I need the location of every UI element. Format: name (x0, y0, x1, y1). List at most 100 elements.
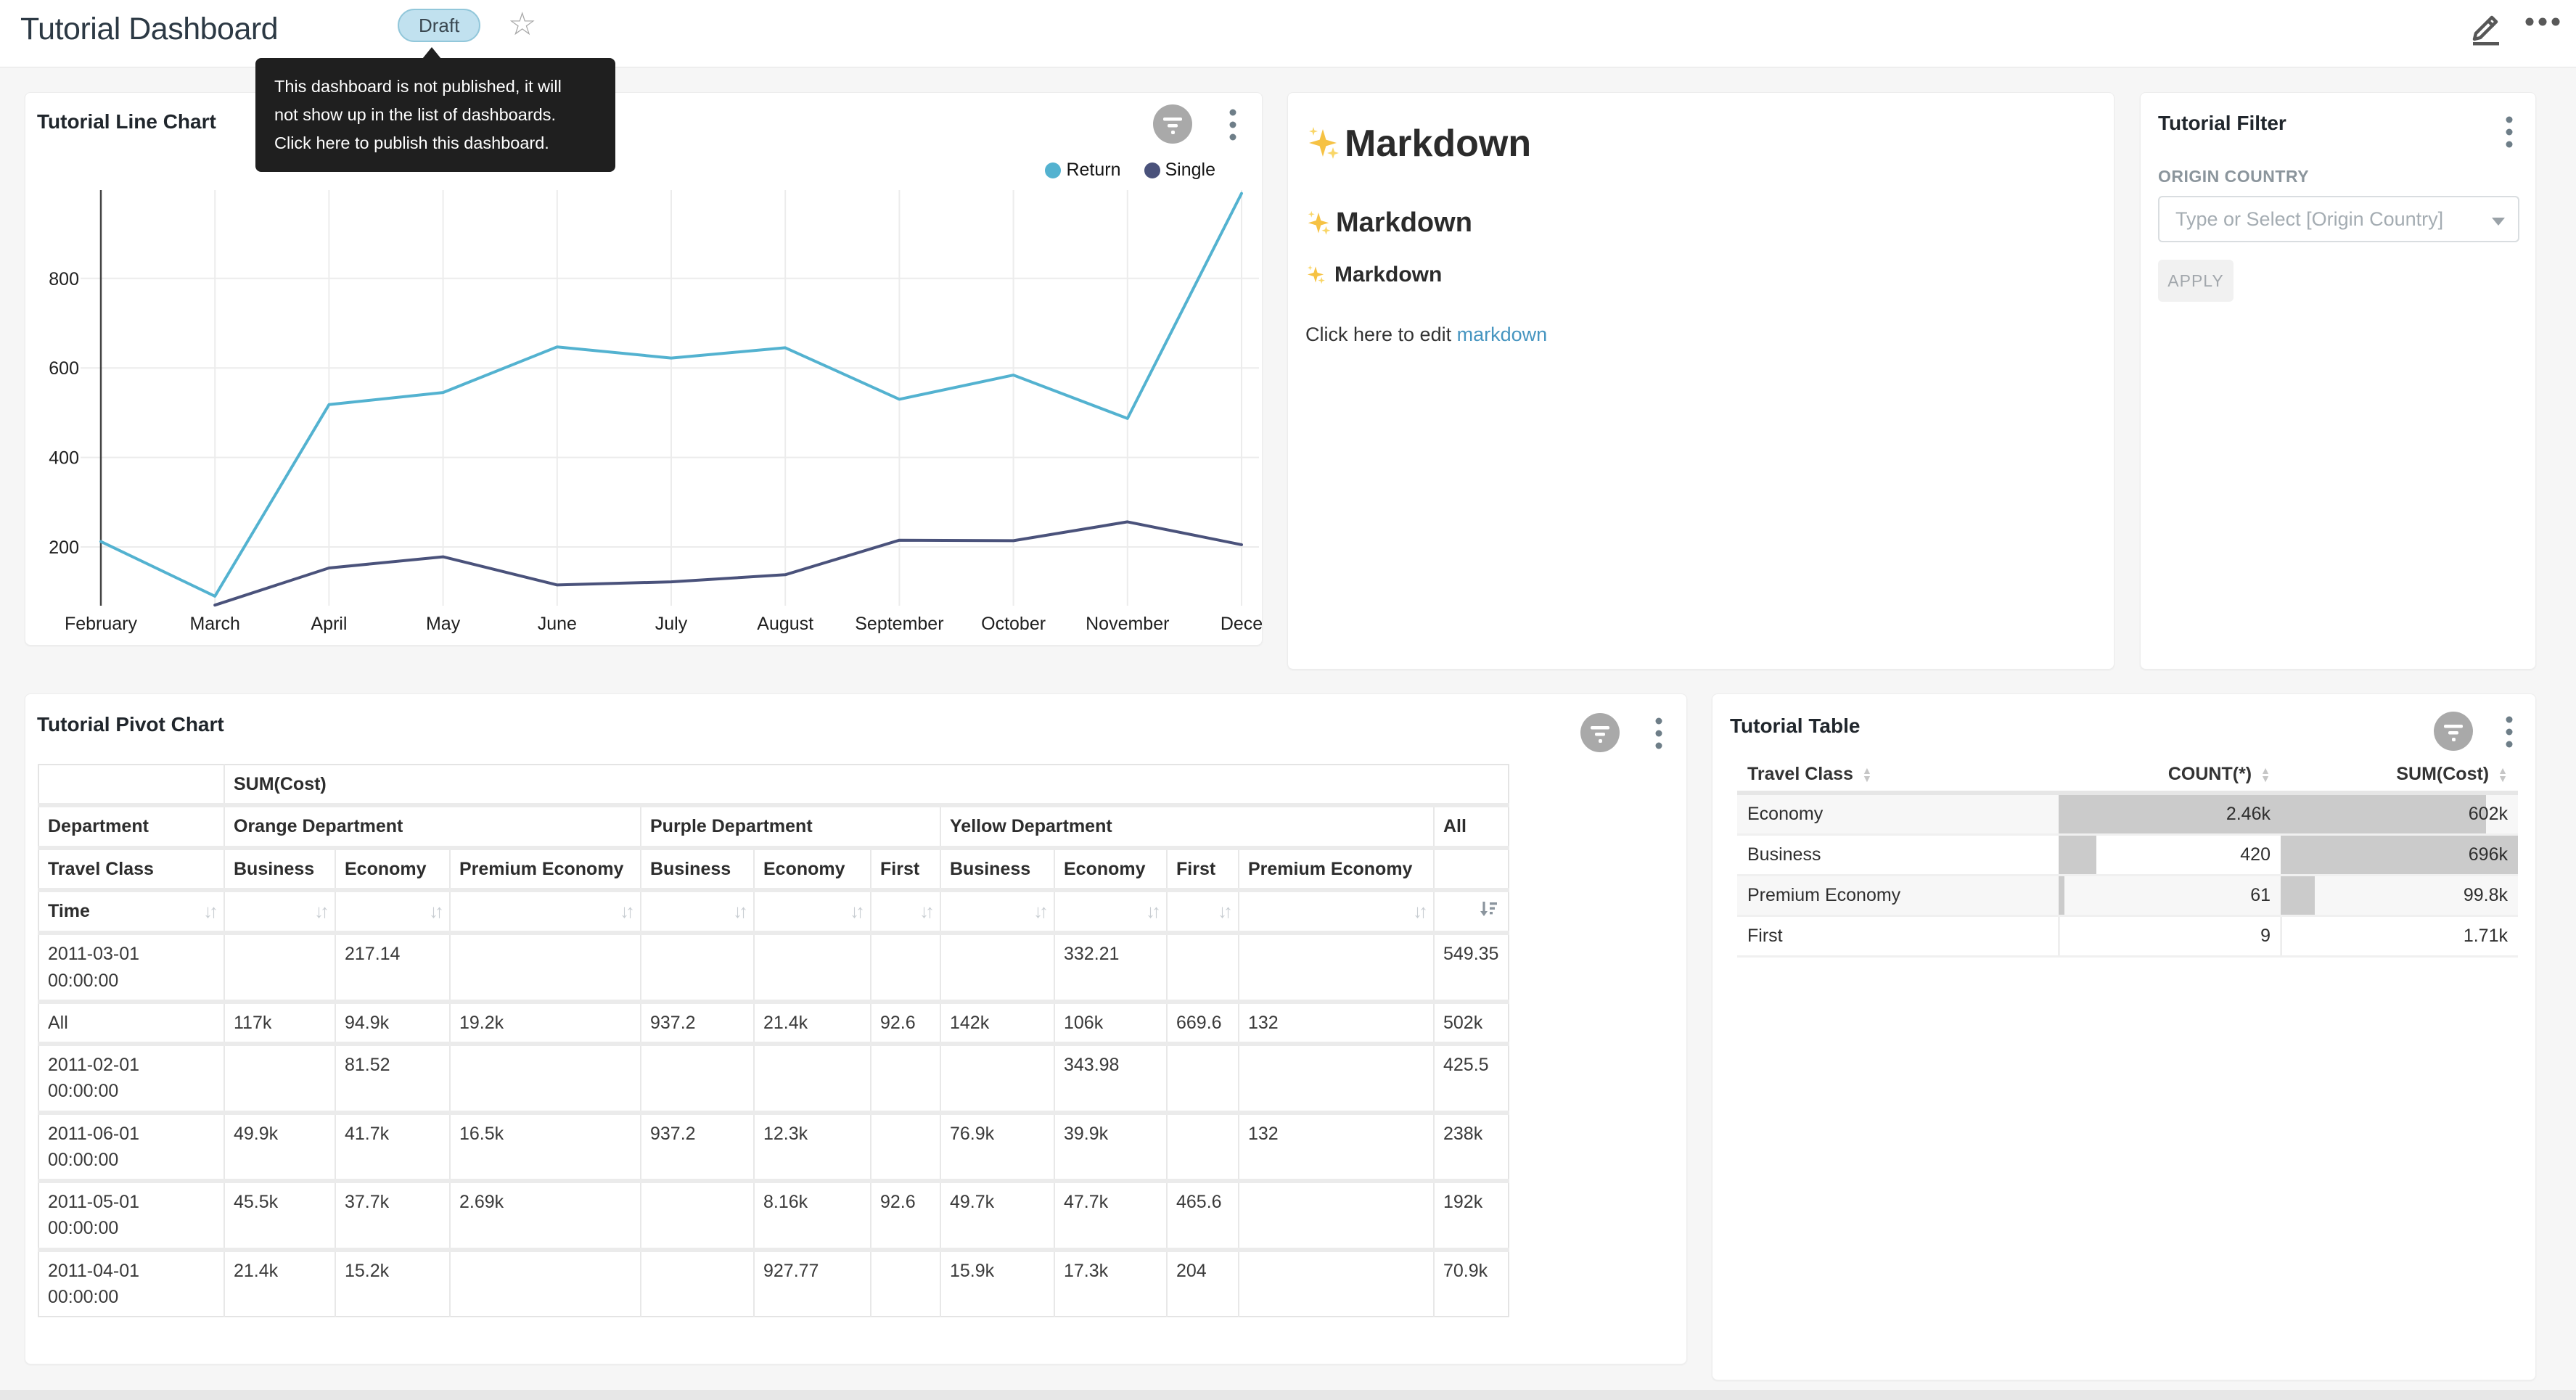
filter-badge-icon[interactable] (1153, 104, 1192, 147)
pivot-value-cell: 192k (1434, 1181, 1509, 1250)
filter-badge-icon[interactable] (1580, 713, 1620, 756)
sort-desc-icon[interactable] (1477, 898, 1499, 920)
favorite-star-icon[interactable]: ☆ (508, 6, 536, 43)
pivot-metric-header: SUM(Cost) (224, 765, 1509, 805)
table-panel: Tutorial Table Travel Class▲▼COUNT(*)▲▼S… (1712, 693, 2536, 1380)
sort-updown-icon[interactable]: ↓↑ (314, 898, 326, 926)
table-cell: 602k (2281, 793, 2518, 835)
legend-item-single[interactable]: Single (1144, 160, 1216, 181)
apply-button[interactable]: APPLY (2158, 260, 2234, 302)
sort-updown-icon[interactable]: ↓↑ (1146, 898, 1157, 926)
sort-updown-icon[interactable]: ↓↑ (919, 898, 931, 926)
pivot-group-header: Orange Department (224, 805, 641, 847)
pivot-value-cell: 19.2k (450, 1002, 641, 1044)
pivot-value-cell: 502k (1434, 1002, 1509, 1044)
origin-country-label: ORIGIN COUNTRY (2158, 167, 2309, 186)
sort-updown-icon[interactable]: ↓↑ (1413, 898, 1424, 926)
x-axis-label: September (855, 614, 943, 634)
sort-updown-icon[interactable]: ↓↑ (429, 898, 440, 926)
table-column-header[interactable]: Travel Class▲▼ (1737, 758, 2059, 793)
table-column-header[interactable]: SUM(Cost) ▲▼ (2281, 758, 2518, 793)
pivot-class-header: Premium Economy (1239, 848, 1434, 890)
legend-dot-icon (1144, 162, 1160, 178)
pivot-row-label: All (38, 1002, 224, 1044)
pivot-value-cell: 49.9k (224, 1113, 335, 1182)
table-row: First91.71k (1737, 916, 2518, 957)
kebab-menu-icon[interactable] (2505, 115, 2514, 153)
kebab-menu-icon[interactable] (2505, 715, 2514, 753)
table-cell: First (1737, 916, 2059, 957)
pivot-value-cell (1239, 1044, 1434, 1113)
markdown-paragraph: Click here to edit markdown (1305, 324, 1547, 346)
pivot-value-cell (754, 1044, 871, 1113)
pivot-value-cell: 927.77 (754, 1250, 871, 1317)
travel-class-table: Travel Class▲▼COUNT(*)▲▼ SUM(Cost) ▲▼ Econo… (1737, 758, 2518, 958)
markdown-edit-link[interactable]: markdown (1457, 324, 1548, 345)
sort-updown-icon[interactable]: ↓↑ (620, 898, 631, 926)
sort-updown-icon[interactable]: ↓↑ (203, 898, 215, 926)
pivot-group-header: Yellow Department (940, 805, 1434, 847)
legend-item-return[interactable]: Return (1045, 160, 1120, 181)
travel-class-cell: Premium Economy (1737, 876, 2059, 915)
edit-dashboard-icon[interactable] (2464, 4, 2506, 50)
pivot-value-cell: 92.6 (871, 1181, 940, 1250)
kebab-menu-icon[interactable] (1228, 107, 1237, 146)
x-axis-label: August (757, 614, 813, 634)
pivot-value-cell (1167, 1044, 1239, 1113)
pivot-value-cell: 94.9k (335, 1002, 450, 1044)
pivot-value-cell: 549.35 (1434, 933, 1509, 1002)
table-cell: 2.46k (2059, 793, 2281, 835)
pivot-sort-cell: ↓↑ (1239, 890, 1434, 934)
column-header-label: SUM(Cost) (2396, 764, 2489, 784)
pivot-class-header: Economy (335, 848, 450, 890)
pivot-value-cell: 332.21 (1054, 933, 1167, 1002)
table-cell: 1.71k (2281, 916, 2518, 957)
pivot-value-cell: 81.52 (335, 1044, 450, 1113)
pivot-sort-cell: ↓↑ (940, 890, 1054, 934)
pivot-sort-cell: ↓↑ (335, 890, 450, 934)
sort-updown-icon[interactable]: ↓↑ (1033, 898, 1045, 926)
table-row: Economy2.46k602k (1737, 793, 2518, 835)
sort-updown-icon[interactable]: ↓↑ (733, 898, 745, 926)
pivot-value-cell: 15.9k (940, 1250, 1054, 1317)
pivot-sort-cell: ↓↑ (1167, 890, 1239, 934)
bottom-scroll-strip[interactable] (0, 1390, 2576, 1400)
travel-class-cell: Economy (1737, 795, 2059, 833)
table-column-header[interactable]: COUNT(*)▲▼ (2059, 758, 2281, 793)
pivot-sort-cell: ↓↑ (871, 890, 940, 934)
line-chart-title: Tutorial Line Chart (37, 110, 216, 133)
pivot-value-cell: 92.6 (871, 1002, 940, 1044)
pivot-value-cell: 117k (224, 1002, 335, 1044)
pivot-class-header: Business (940, 848, 1054, 890)
line-chart-panel: Tutorial Line Chart ReturnSingle 2004006… (25, 92, 1263, 646)
pivot-value-cell (450, 933, 641, 1002)
markdown-h3-text: Markdown (1334, 263, 1442, 287)
pivot-value-cell: 17.3k (1054, 1250, 1167, 1317)
pivot-value-cell: 343.98 (1054, 1044, 1167, 1113)
origin-country-select[interactable]: Type or Select [Origin Country] (2158, 196, 2519, 242)
pivot-row-label: 2011-06-01 00:00:00 (38, 1113, 224, 1182)
markdown-paragraph-text: Click here to edit (1305, 324, 1457, 345)
pivot-value-cell (1239, 933, 1434, 1002)
pivot-value-cell: 39.9k (1054, 1113, 1167, 1182)
markdown-h1: Markdown (1305, 122, 1531, 165)
sort-updown-icon[interactable]: ↓↑ (1218, 898, 1229, 926)
pivot-value-cell: 21.4k (754, 1002, 871, 1044)
pivot-value-cell: 669.6 (1167, 1002, 1239, 1044)
y-tick-label: 800 (49, 269, 79, 289)
value-label: 1.71k (2281, 917, 2518, 955)
pivot-value-cell (754, 933, 871, 1002)
x-axis-label: October (981, 614, 1046, 634)
more-options-icon[interactable] (2521, 10, 2564, 43)
pivot-class-header: First (871, 848, 940, 890)
series-line-single (215, 522, 1242, 605)
sort-carets-icon: ▲▼ (2498, 767, 2508, 783)
draft-status-badge[interactable]: Draft (398, 9, 480, 42)
sort-updown-icon[interactable]: ↓↑ (850, 898, 861, 926)
kebab-menu-icon[interactable] (1654, 716, 1663, 754)
x-axis-label: June (538, 614, 577, 634)
pivot-chart-title: Tutorial Pivot Chart (37, 713, 224, 736)
pivot-value-cell (1167, 933, 1239, 1002)
filter-badge-icon[interactable] (2434, 712, 2473, 754)
pivot-sort-cell: ↓↑ (224, 890, 335, 934)
